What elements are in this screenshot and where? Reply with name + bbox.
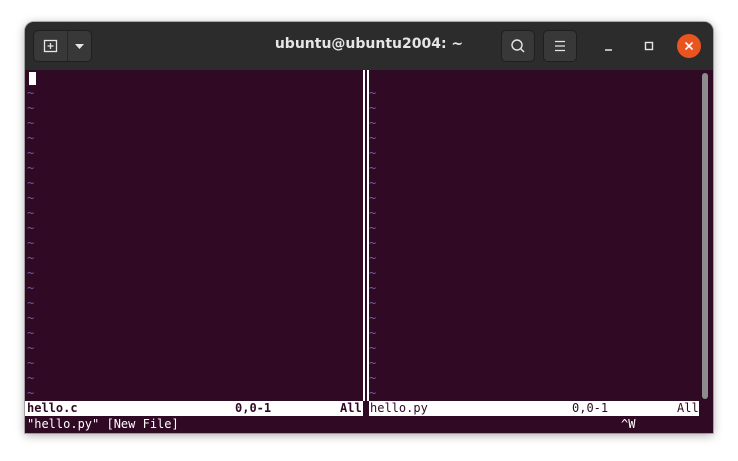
minimize-icon	[605, 49, 612, 51]
maximize-icon	[644, 41, 654, 51]
text-cursor	[29, 72, 36, 85]
tilde-marker: ~	[369, 101, 377, 115]
menu-button[interactable]	[543, 30, 577, 62]
tilde-marker: ~	[27, 191, 35, 205]
status-line-left: hello.c 0,0-1 All	[25, 401, 363, 416]
tilde-marker: ~	[369, 191, 377, 205]
split-divider-gap	[365, 70, 367, 401]
tilde-marker: ~	[27, 176, 35, 190]
search-button[interactable]	[501, 30, 535, 62]
status-position: 0,0-1	[572, 401, 609, 415]
terminal-area[interactable]: ~ ~ ~ ~ ~ ~ ~ ~ ~ ~ ~ ~ ~ ~ ~ ~ ~ ~ ~ ~ ~ ~ ~ ~ ~ ~ ~ ~ ~ ~ ~ ~ ~ ~ ~ ~ ~ ~ ~…	[25, 70, 713, 433]
tilde-marker: ~	[369, 116, 377, 130]
status-position: 0,0-1	[235, 401, 272, 415]
vim-pane-right[interactable]: ~ ~ ~ ~ ~ ~ ~ ~ ~ ~ ~ ~ ~ ~ ~ ~ ~ ~ ~ ~ ~	[369, 70, 699, 400]
pending-keys: ^W	[621, 417, 636, 431]
tilde-marker: ~	[27, 296, 35, 310]
tilde-marker: ~	[27, 341, 35, 355]
tilde-marker: ~	[27, 206, 35, 220]
status-filename: hello.c	[27, 401, 78, 415]
tilde-marker: ~	[369, 311, 377, 325]
title-bar: ubuntu@ubuntu2004: ~	[25, 22, 713, 70]
tilde-marker: ~	[369, 86, 377, 100]
tilde-marker: ~	[369, 326, 377, 340]
tilde-marker: ~	[369, 281, 377, 295]
tilde-marker: ~	[27, 236, 35, 250]
tilde-marker: ~	[27, 386, 35, 400]
tilde-marker: ~	[369, 221, 377, 235]
tilde-marker: ~	[27, 86, 35, 100]
tilde-marker: ~	[27, 356, 35, 370]
tilde-marker: ~	[27, 131, 35, 145]
minimize-button[interactable]	[597, 34, 621, 58]
tilde-marker: ~	[369, 266, 377, 280]
tilde-marker: ~	[27, 161, 35, 175]
search-icon	[511, 39, 525, 53]
tilde-marker: ~	[27, 326, 35, 340]
tilde-marker: ~	[27, 146, 35, 160]
tilde-marker: ~	[369, 356, 377, 370]
status-filename: hello.py	[370, 401, 428, 415]
tilde-marker: ~	[27, 371, 35, 385]
tilde-marker: ~	[369, 296, 377, 310]
status-scroll: All	[340, 401, 362, 415]
terminal-window: ubuntu@ubuntu2004: ~ ~ ~ ~ ~ ~ ~ ~ ~ ~ ~…	[25, 22, 713, 433]
tilde-marker: ~	[27, 281, 35, 295]
tilde-marker: ~	[369, 236, 377, 250]
maximize-button[interactable]	[637, 34, 661, 58]
tilde-marker: ~	[369, 341, 377, 355]
tilde-marker: ~	[27, 116, 35, 130]
tilde-marker: ~	[27, 251, 35, 265]
tilde-marker: ~	[369, 176, 377, 190]
tilde-marker: ~	[27, 101, 35, 115]
scrollbar[interactable]	[702, 73, 708, 399]
tilde-marker: ~	[27, 266, 35, 280]
close-button[interactable]	[677, 34, 701, 58]
vim-pane-left[interactable]: ~ ~ ~ ~ ~ ~ ~ ~ ~ ~ ~ ~ ~ ~ ~ ~ ~ ~ ~ ~ ~	[27, 70, 361, 400]
tilde-marker: ~	[369, 146, 377, 160]
command-line-message: "hello.py" [New File]	[27, 417, 179, 431]
tilde-marker: ~	[27, 311, 35, 325]
tilde-marker: ~	[27, 221, 35, 235]
close-icon	[684, 41, 694, 51]
status-line-right: hello.py 0,0-1 All	[369, 401, 699, 416]
status-scroll: All	[677, 401, 699, 415]
tilde-marker: ~	[369, 206, 377, 220]
tilde-marker: ~	[369, 131, 377, 145]
tilde-marker: ~	[369, 371, 377, 385]
tilde-marker: ~	[369, 161, 377, 175]
tilde-marker: ~	[369, 386, 377, 400]
tilde-marker: ~	[369, 251, 377, 265]
hamburger-menu-icon	[555, 40, 565, 52]
